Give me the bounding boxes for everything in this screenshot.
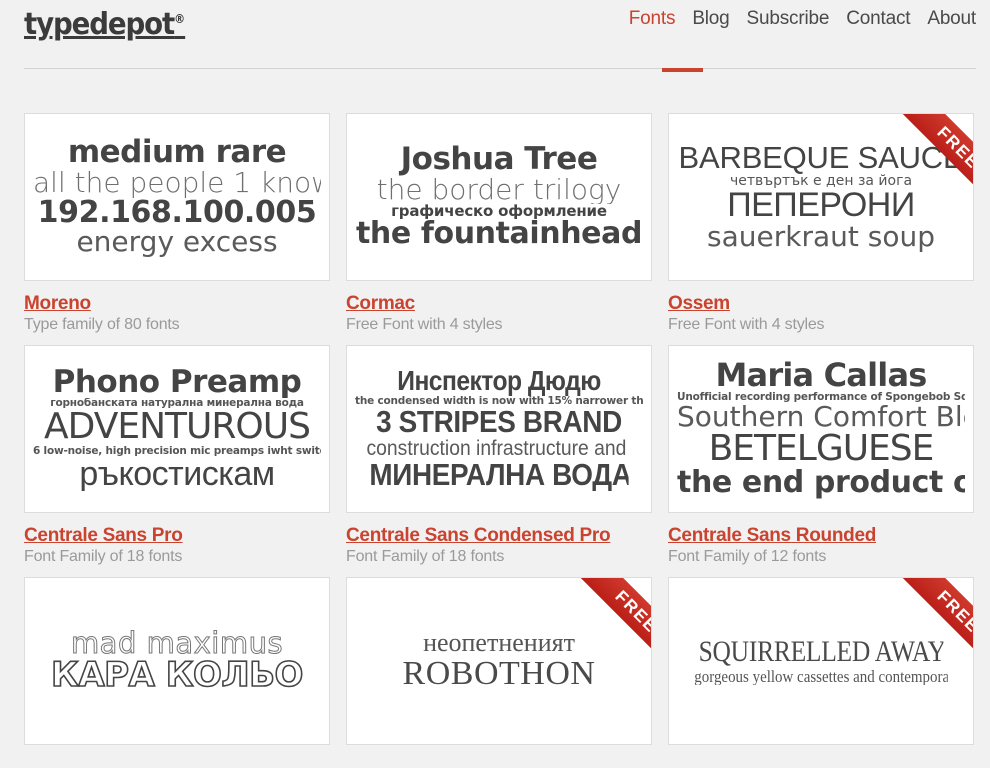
- font-card-grid: medium rare all the people 1 know 192.168.…: [24, 113, 976, 768]
- specimen-line: 3 STRIPES BRAND: [376, 406, 622, 438]
- specimen-line: ръкостискам: [79, 456, 275, 492]
- font-card[interactable]: mad maximus КАРА КОЛЬО: [24, 577, 330, 757]
- font-card[interactable]: medium rare all the people 1 know 192.168.…: [24, 113, 330, 334]
- specimen-line: Unofficial recording performance of Spon…: [677, 392, 965, 403]
- specimen-line: sauerkraut soup: [707, 223, 935, 252]
- main-navigation: Fonts Blog Subscribe Contact About: [629, 8, 976, 30]
- specimen-line: ADVENTUROUS: [44, 409, 311, 446]
- nav-item-contact[interactable]: Contact: [846, 8, 910, 30]
- font-card[interactable]: Maria Callas Unofficial recording perform…: [668, 345, 974, 566]
- specimen-line: четвъртък е ден за йога: [729, 174, 913, 189]
- font-specimen-preview[interactable]: BARBEQUE SAUCE четвъртък е ден за йога ПЕП…: [668, 113, 974, 281]
- font-card[interactable]: Joshua Tree the border trilogy графическо …: [346, 113, 652, 334]
- specimen-line: all the people 1 know: [33, 168, 321, 198]
- site-header: typedepot® Fonts Blog Subscribe Contact Abou…: [0, 0, 990, 68]
- specimen-line: графическо оформление: [391, 204, 607, 220]
- font-specimen-preview[interactable]: Phono Preamp горнобанската натурална мине…: [24, 345, 330, 513]
- font-card[interactable]: BARBEQUE SAUCE четвъртък е ден за йога ПЕП…: [668, 113, 974, 334]
- specimen-line: ROBOTHON: [402, 656, 596, 692]
- font-specimen-preview[interactable]: SQUIRRELLED AWAY gorgeous yellow cassette…: [668, 577, 974, 745]
- nav-item-subscribe[interactable]: Subscribe: [747, 8, 830, 30]
- font-card-title[interactable]: Centrale Sans Rounded: [668, 525, 876, 546]
- specimen-line: Phono Preamp: [52, 366, 302, 399]
- specimen-line: КАРА КОЛЬО: [50, 658, 304, 694]
- font-card[interactable]: SQUIRRELLED AWAY gorgeous yellow cassette…: [668, 577, 974, 757]
- specimen-line: the fountainhead: [355, 219, 643, 251]
- specimen-line: energy excess: [76, 228, 278, 257]
- registered-trademark-icon: ®: [174, 12, 186, 26]
- font-card-meta: [668, 745, 974, 757]
- specimen-line: Southern Comfort Blended: [677, 402, 965, 432]
- font-card-meta: [24, 745, 330, 757]
- font-specimen-preview[interactable]: medium rare all the people 1 know 192.168.…: [24, 113, 330, 281]
- specimen-line: 6 low-noise, high precision mic preamps …: [33, 445, 321, 457]
- specimen-line: medium rare: [67, 137, 287, 169]
- font-card-title[interactable]: Moreno: [24, 293, 91, 314]
- nav-item-blog[interactable]: Blog: [692, 8, 729, 30]
- specimen-line: the condensed width is now with 15% narr…: [355, 395, 643, 407]
- specimen-line: неопетненият: [423, 630, 575, 657]
- font-specimen-preview[interactable]: mad maximus КАРА КОЛЬО: [24, 577, 330, 745]
- specimen-line: ПЕПЕРОНИ: [727, 188, 915, 223]
- specimen-line: Инспектор Дюдю: [397, 367, 601, 396]
- font-card-subtitle: Free Font with 4 styles: [346, 316, 503, 333]
- specimen-line: gorgeous yellow cassettes and contempora…: [694, 667, 948, 685]
- font-card[interactable]: неопетненият ROBOTHON FREE: [346, 577, 652, 757]
- font-card-subtitle: Type family of 80 fonts: [24, 316, 180, 333]
- specimen-line: Joshua Tree: [400, 143, 598, 176]
- font-card[interactable]: Инспектор Дюдю the condensed width is now…: [346, 345, 652, 566]
- font-card-subtitle: Font Family of 18 fonts: [24, 548, 183, 565]
- font-specimen-preview[interactable]: Joshua Tree the border trilogy графическо …: [346, 113, 652, 281]
- font-card-subtitle: Font Family of 18 fonts: [346, 548, 505, 565]
- nav-item-about[interactable]: About: [927, 8, 976, 30]
- font-card[interactable]: Phono Preamp горнобанската натурална мине…: [24, 345, 330, 566]
- specimen-line: МИНЕРАЛНА ВОДА: [369, 459, 629, 491]
- specimen-line: BETELGUESE: [708, 431, 935, 468]
- specimen-line: BARBEQUE SAUCE: [678, 142, 964, 175]
- font-card-title[interactable]: Centrale Sans Condensed Pro: [346, 525, 611, 546]
- font-card-subtitle: Free Font with 4 styles: [668, 316, 825, 333]
- specimen-line: 192.168.100.005: [37, 197, 317, 229]
- font-card-meta: Ossem Free Font with 4 styles: [668, 281, 974, 334]
- font-card-meta: Moreno Type family of 80 fonts: [24, 281, 330, 334]
- header-divider-wrap: [24, 68, 976, 72]
- specimen-line: mad maximus: [70, 628, 284, 659]
- site-logo[interactable]: typedepot®: [24, 2, 185, 42]
- font-card-title[interactable]: Centrale Sans Pro: [24, 525, 183, 546]
- specimen-line: construction infrastructure and stuff: [366, 437, 632, 460]
- header-divider: [24, 68, 976, 69]
- specimen-line: Maria Callas: [715, 359, 928, 393]
- active-nav-underline: [662, 68, 703, 72]
- font-card-title[interactable]: Ossem: [668, 293, 730, 314]
- font-specimen-preview[interactable]: Инспектор Дюдю the condensed width is now…: [346, 345, 652, 513]
- page-root: typedepot® Fonts Blog Subscribe Contact Abou…: [0, 0, 990, 745]
- specimen-line: SQUIRRELLED AWAY: [698, 637, 944, 668]
- font-card-meta: [346, 745, 652, 757]
- nav-item-fonts[interactable]: Fonts: [629, 8, 676, 30]
- font-specimen-preview[interactable]: неопетненият ROBOTHON FREE: [346, 577, 652, 745]
- specimen-line: the border trilogy: [376, 175, 622, 205]
- font-card-meta: Cormac Free Font with 4 styles: [346, 281, 652, 334]
- site-logo-text: typedepot: [24, 7, 175, 42]
- font-card-meta: Centrale Sans Pro Font Family of 18 fonts: [24, 513, 330, 566]
- specimen-line: горнобанската натурална минерална вода: [50, 398, 304, 410]
- specimen-line: the end product of stellar: [677, 468, 965, 499]
- font-card-subtitle: Font Family of 12 fonts: [668, 548, 827, 565]
- font-card-meta: Centrale Sans Condensed Pro Font Family o…: [346, 513, 652, 566]
- font-card-title[interactable]: Cormac: [346, 293, 415, 314]
- font-card-meta: Centrale Sans Rounded Font Family of 12 f…: [668, 513, 974, 566]
- font-specimen-preview[interactable]: Maria Callas Unofficial recording perform…: [668, 345, 974, 513]
